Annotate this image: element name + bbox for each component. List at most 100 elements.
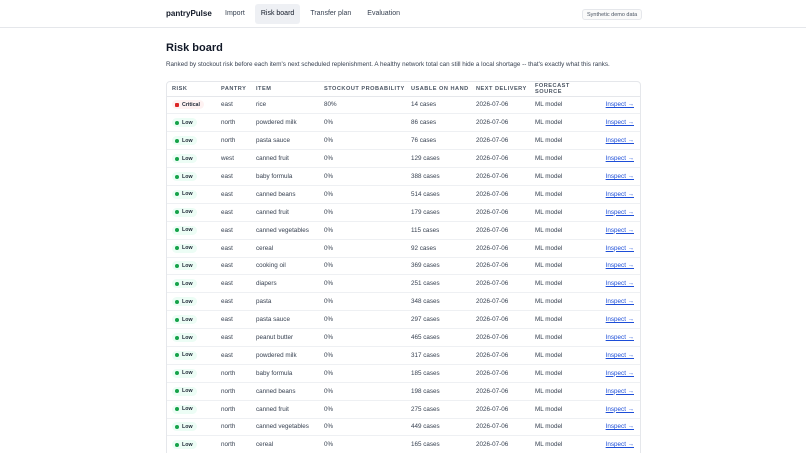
nav-transfer-plan[interactable]: Transfer plan [304,4,357,24]
inspect-link[interactable]: Inspect → [606,423,634,430]
pantry-cell: east [221,292,256,312]
probability-cell: 0% [324,346,411,365]
item-cell: canned vegetables [256,221,324,240]
inspect-link[interactable]: Inspect → [606,406,634,413]
item-cell: canned fruit [256,149,324,169]
inspect-link[interactable]: Inspect → [606,298,634,305]
forecast-source-cell: ML model [535,113,597,133]
pantry-cell: east [221,257,256,276]
risk-label: Low [182,173,193,180]
table-row: Low east cooking oil 0% 369 cases 2026-07-06 M… [167,257,640,276]
table-row: Low east canned fruit 0% 179 cases 2026-07-06… [167,203,640,222]
header-usable-on-hand[interactable]: Usable on hand [411,82,476,97]
brand-logo[interactable]: pantryPulse [166,9,212,18]
page-description: Ranked by stockout risk before each item… [166,61,610,68]
action-cell: Inspect → [597,274,640,294]
risk-cell: Critical [167,96,221,115]
table-row: Low east powdered milk 0% 317 cases 2026-07-0… [167,346,640,365]
header-item[interactable]: Item [256,82,324,97]
inspect-link[interactable]: Inspect → [606,137,634,144]
next-delivery-cell: 2026-07-06 [476,292,535,312]
risk-label: Low [182,316,193,323]
item-cell: powdered milk [256,346,324,365]
header-stockout-probability[interactable]: Stockout probability [324,82,411,97]
pantry-cell: east [221,203,256,222]
action-cell: Inspect → [597,149,640,169]
risk-cell: Low [167,310,221,330]
header-next-delivery[interactable]: Next delivery [476,82,535,97]
inspect-link[interactable]: Inspect → [606,119,634,126]
nav-import[interactable]: Import [219,4,251,24]
on-hand-cell: 275 cases [411,400,476,419]
item-cell: diapers [256,274,324,294]
on-hand-cell: 14 cases [411,96,476,115]
risk-label: Low [182,352,193,359]
inspect-link[interactable]: Inspect → [606,245,634,252]
risk-cell: Low [167,149,221,169]
pantry-cell: east [221,96,256,115]
inspect-link[interactable]: Inspect → [606,173,634,180]
risk-cell: Low [167,113,221,133]
inspect-link[interactable]: Inspect → [606,227,634,234]
risk-cell: Low [167,346,221,365]
inspect-link[interactable]: Inspect → [606,334,634,341]
probability-cell: 0% [324,131,411,151]
next-delivery-cell: 2026-07-06 [476,257,535,276]
next-delivery-cell: 2026-07-06 [476,328,535,347]
risk-label: Low [182,209,193,216]
action-cell: Inspect → [597,400,640,419]
inspect-link[interactable]: Inspect → [606,388,634,395]
nav-risk-board[interactable]: Risk board [254,4,301,24]
risk-badge: Low [172,386,197,396]
inspect-link[interactable]: Inspect → [606,155,634,162]
inspect-link[interactable]: Inspect → [606,209,634,216]
header-forecast-source[interactable]: Forecast source [535,82,597,97]
action-cell: Inspect → [597,346,640,365]
on-hand-cell: 92 cases [411,239,476,258]
table-row: Low east pasta 0% 348 cases 2026-07-06 ML mode… [167,292,640,312]
risk-cell: Low [167,257,221,276]
risk-badge: Low [172,315,197,325]
header-pantry[interactable]: Pantry [221,82,256,97]
inspect-link[interactable]: Inspect → [606,262,634,269]
table-row: Low east canned vegetables 0% 115 cases 2026-… [167,221,640,240]
header-actions [597,82,640,97]
probability-cell: 0% [324,400,411,419]
probability-cell: 0% [324,328,411,347]
inspect-link[interactable]: Inspect → [606,370,634,377]
table-row: Low east peanut butter 0% 465 cases 2026-07-0… [167,328,640,347]
risk-label: Low [182,119,193,126]
risk-dot-icon [175,174,179,179]
page-title: Risk board [166,42,223,54]
top-navigation: pantryPulse Import Risk board Transfer p… [0,0,806,28]
pantry-cell: west [221,149,256,169]
on-hand-cell: 297 cases [411,310,476,330]
header-risk[interactable]: Risk [167,82,221,97]
probability-cell: 0% [324,382,411,401]
pantry-cell: east [221,167,256,186]
forecast-source-cell: ML model [535,221,597,240]
next-delivery-cell: 2026-07-06 [476,221,535,240]
risk-dot-icon [175,120,179,125]
risk-cell: Low [167,131,221,151]
next-delivery-cell: 2026-07-06 [476,203,535,222]
risk-badge: Low [172,136,197,146]
inspect-link[interactable]: Inspect → [606,280,634,287]
risk-cell: Low [167,167,221,186]
risk-cell: Low [167,328,221,347]
risk-label: Low [182,155,193,162]
risk-dot-icon [175,335,179,340]
action-cell: Inspect → [597,364,640,383]
pantry-cell: north [221,435,256,453]
risk-dot-icon [175,389,179,394]
table-row: Low east pasta sauce 0% 297 cases 2026-07-06 M… [167,310,640,330]
inspect-link[interactable]: Inspect → [606,191,634,198]
inspect-link[interactable]: Inspect → [606,316,634,323]
nav-evaluation[interactable]: Evaluation [361,4,406,24]
risk-cell: Low [167,364,221,383]
inspect-link[interactable]: Inspect → [606,352,634,359]
inspect-link[interactable]: Inspect → [606,441,634,448]
table-row: Low east baby formula 0% 388 cases 2026-07-06… [167,167,640,186]
inspect-link[interactable]: Inspect → [606,101,634,108]
forecast-source-cell: ML model [535,203,597,222]
